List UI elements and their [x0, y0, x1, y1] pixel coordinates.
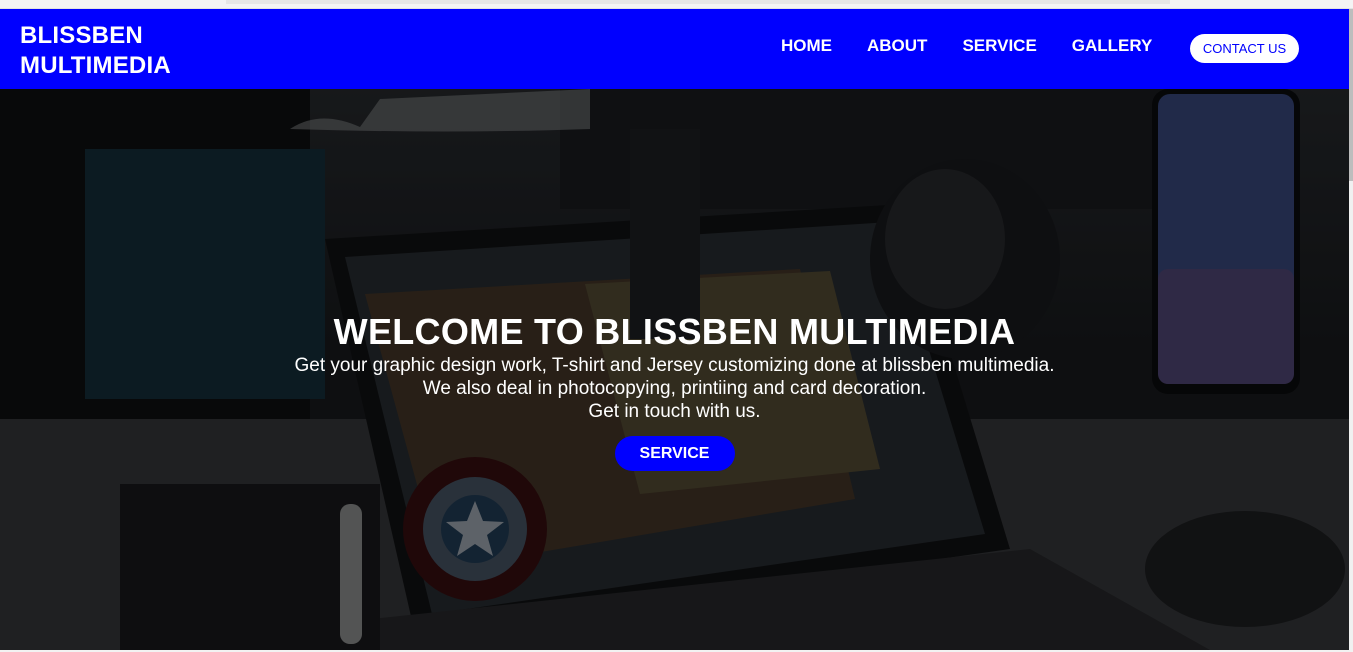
nav-links: HOME ABOUT SERVICE GALLERY: [781, 35, 1187, 57]
hero-description-line-1: Get your graphic design work, T-shirt an…: [294, 355, 1055, 376]
hero-title: WELCOME TO BLISSBEN MULTIMEDIA: [333, 311, 1016, 352]
nav-link-home[interactable]: HOME: [781, 35, 832, 57]
hero-description-line-2: We also deal in photocopying, printiing …: [422, 378, 927, 399]
contact-us-button[interactable]: CONTACT US: [1190, 34, 1299, 63]
page-scrollbar[interactable]: [1349, 9, 1353, 652]
scrollbar-thumb[interactable]: [1349, 9, 1353, 181]
brand-line-2: MULTIMEDIA: [20, 52, 171, 79]
nav-link-about[interactable]: ABOUT: [867, 35, 927, 57]
nav-link-service[interactable]: SERVICE: [962, 35, 1036, 57]
hero-section: WELCOME TO BLISSBEN MULTIMEDIA Get your …: [0, 89, 1349, 650]
nav-link-gallery[interactable]: GALLERY: [1072, 35, 1153, 57]
hero-description-line-3: Get in touch with us.: [588, 401, 761, 422]
hero-content: WELCOME TO BLISSBEN MULTIMEDIA Get your …: [0, 310, 1349, 471]
hero-service-button[interactable]: SERVICE: [614, 436, 735, 471]
brand-logo-text[interactable]: BLISSBEN MULTIMEDIA: [20, 21, 220, 81]
browser-top-strip: [0, 0, 1353, 9]
navbar: BLISSBEN MULTIMEDIA HOME ABOUT SERVICE G…: [0, 9, 1349, 89]
top-strip-segment: [226, 0, 1170, 4]
page: BLISSBEN MULTIMEDIA HOME ABOUT SERVICE G…: [0, 0, 1353, 652]
brand-line-1: BLISSBEN: [20, 22, 143, 49]
